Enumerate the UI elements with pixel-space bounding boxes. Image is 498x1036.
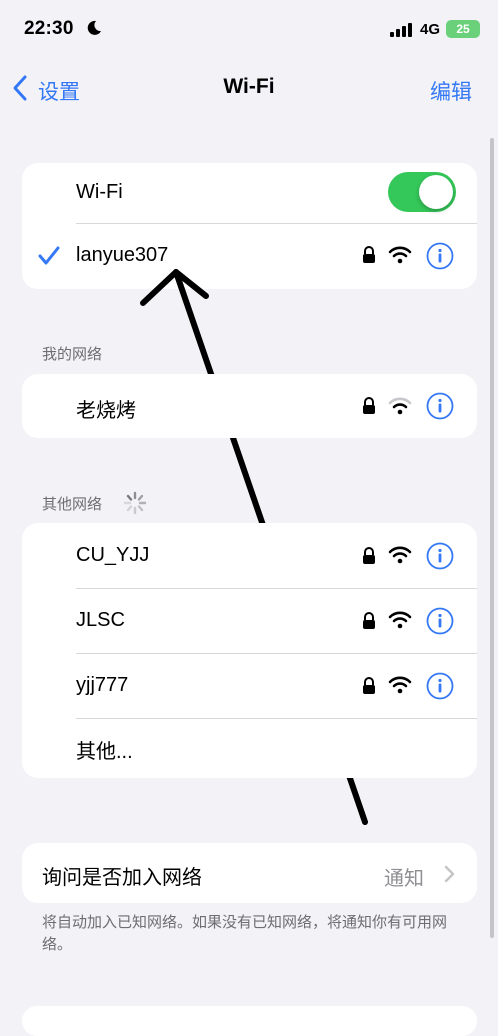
wifi-label: Wi-Fi xyxy=(76,181,123,203)
network-row[interactable]: yjj777 xyxy=(22,654,477,718)
network-row[interactable]: 老烧烤 xyxy=(22,374,477,438)
other-network-label: 其他... xyxy=(76,741,133,763)
status-time: 22:30 xyxy=(24,18,74,39)
my-networks-card: 老烧烤 xyxy=(22,374,477,438)
info-icon[interactable] xyxy=(426,242,454,270)
next-card xyxy=(22,1006,477,1036)
lock-icon xyxy=(363,246,375,263)
network-name: lanyue307 xyxy=(76,244,169,266)
footer-note: 将自动加入已知网络。如果没有已知网络，将通知你有可用网络。 xyxy=(42,914,448,953)
lock-icon xyxy=(363,612,375,629)
wifi-signal-icon xyxy=(388,676,412,694)
checkmark-icon xyxy=(38,246,60,265)
edit-button[interactable]: 编辑 xyxy=(430,76,472,106)
wifi-toggle-row: Wi-Fi xyxy=(22,163,477,223)
my-networks-header: 我的网络 xyxy=(42,346,103,363)
chevron-right-icon xyxy=(444,865,455,883)
wifi-signal-icon xyxy=(388,611,412,629)
page-title: Wi-Fi xyxy=(223,75,275,98)
network-row[interactable]: CU_YJJ xyxy=(22,523,477,587)
other-network-row[interactable]: 其他... xyxy=(22,719,477,778)
wifi-signal-weak-icon xyxy=(388,397,412,415)
info-icon[interactable] xyxy=(426,392,454,420)
network-name: JLSC xyxy=(76,609,125,631)
lock-icon xyxy=(363,547,375,564)
other-networks-card: CU_YJJ JLSC yjj777 其他... xyxy=(22,523,477,778)
battery-indicator: 25 xyxy=(446,20,480,38)
network-row[interactable]: JLSC xyxy=(22,589,477,653)
ask-join-label: 询问是否加入网络 xyxy=(42,867,202,889)
signal-bars-icon xyxy=(390,23,412,37)
ask-join-value: 通知 xyxy=(384,868,424,890)
other-networks-header: 其他网络 xyxy=(42,496,103,513)
ask-join-card[interactable]: 询问是否加入网络 通知 xyxy=(22,843,477,903)
lock-icon xyxy=(363,397,375,414)
wifi-signal-icon xyxy=(388,546,412,564)
loading-spinner-icon xyxy=(123,491,147,515)
wifi-toggle[interactable] xyxy=(388,172,456,212)
wifi-signal-icon xyxy=(388,246,412,264)
info-icon[interactable] xyxy=(426,542,454,570)
lock-icon xyxy=(363,677,375,694)
connected-network-row[interactable]: lanyue307 xyxy=(22,224,477,289)
network-name: yjj777 xyxy=(76,674,129,696)
info-icon[interactable] xyxy=(426,672,454,700)
network-name: 老烧烤 xyxy=(76,400,136,422)
scrollbar[interactable] xyxy=(490,138,494,938)
info-icon[interactable] xyxy=(426,607,454,635)
moon-icon xyxy=(87,20,101,35)
network-name: CU_YJJ xyxy=(76,544,150,566)
network-type: 4G xyxy=(420,21,441,38)
toggle-knob xyxy=(419,175,453,209)
current-network-card: Wi-Fi lanyue307 xyxy=(22,163,477,289)
